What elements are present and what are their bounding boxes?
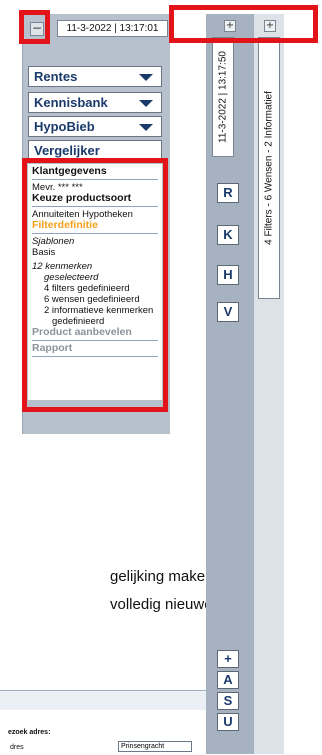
s-button[interactable]: S [217,692,239,710]
bottom-form-header [0,690,206,710]
highlight-steps-panel [22,158,168,412]
highlight-collapse-button [19,10,50,44]
u-button[interactable]: U [217,713,239,731]
nav-rentes-label: Rentes [34,69,78,84]
address-label: dres [10,744,24,751]
k-button[interactable]: K [217,225,239,245]
add-button[interactable]: + [217,650,239,668]
vertical-datetime-box: 11-3-2022 | 13:17:50 [212,37,234,157]
search-address-label: ezoek adres: [8,729,51,736]
chevron-down-icon [139,74,153,81]
content-line-2: volledig nieuwe [110,596,213,613]
r-button[interactable]: R [217,183,239,203]
vertical-datetime: 11-3-2022 | 13:17:50 [217,51,229,143]
nav-hypobieb[interactable]: HypoBieb [28,116,162,137]
vertical-summary-box: 4 Filters - 6 Wensen - 2 Informatief [258,37,280,299]
highlight-expand-buttons [169,5,318,43]
nav-kennisbank[interactable]: Kennisbank [28,92,162,113]
nav-vergelijker-label: Vergelijker [34,143,100,158]
chevron-down-icon [139,100,153,107]
left-datetime: 11-3-2022 | 13:17:01 [57,20,168,37]
nav-rentes[interactable]: Rentes [28,66,162,87]
v-button[interactable]: V [217,302,239,322]
nav-hypobieb-label: HypoBieb [34,119,95,134]
chevron-down-icon [139,124,153,131]
address-input[interactable]: Prinsengracht [118,741,192,752]
a-button[interactable]: A [217,671,239,689]
h-button[interactable]: H [217,265,239,285]
nav-kennisbank-label: Kennisbank [34,95,108,110]
content-line-1: gelijking maken [110,568,214,585]
vertical-summary: 4 Filters - 6 Wensen - 2 Informatief [263,91,275,245]
